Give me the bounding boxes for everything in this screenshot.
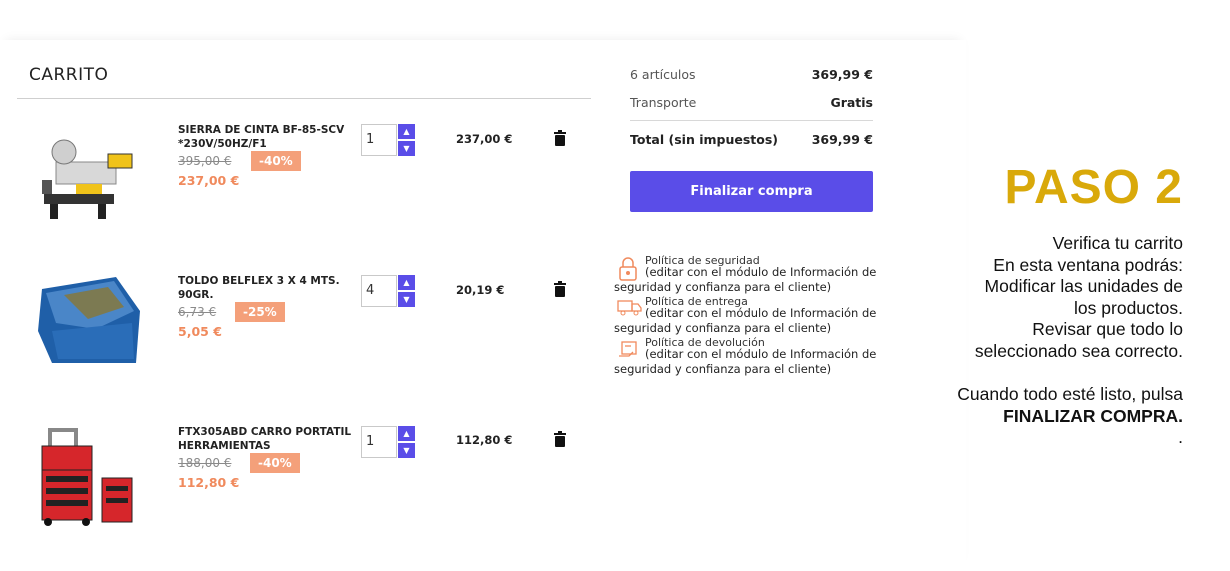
quantity-down-button[interactable]: ▼: [398, 292, 415, 307]
summary-items-value: 369,99 €: [811, 67, 873, 82]
summary-total-label: Total (sin impuestos): [630, 132, 778, 147]
step-bold-line: FINALIZAR COMPRA.: [1003, 405, 1183, 426]
quantity-down-button[interactable]: ▼: [398, 443, 415, 458]
policy-description: (editar con el módulo de Información de …: [614, 347, 877, 376]
discount-badge: -40%: [251, 151, 301, 171]
cart-title: CARRITO: [29, 65, 109, 85]
step-line: .: [1178, 427, 1183, 448]
quantity-stepper: 4 ▲ ▼: [361, 275, 415, 307]
step-line: Verifica tu carrito: [1052, 233, 1183, 253]
current-price: 5,05 €: [178, 324, 222, 339]
summary-divider: [630, 120, 873, 121]
quantity-up-button[interactable]: ▲: [398, 124, 415, 139]
current-price: 112,80 €: [178, 475, 240, 490]
trash-icon[interactable]: [553, 130, 567, 146]
step-line: [893, 363, 1183, 385]
product-name[interactable]: SIERRA DE CINTA BF-85-SCV *230V/50HZ/F1: [178, 123, 353, 151]
cart-item: SIERRA DE CINTA BF-85-SCV *230V/50HZ/F1 …: [0, 118, 600, 228]
discount-badge: -25%: [235, 302, 285, 322]
line-total: 20,19 €: [456, 283, 505, 297]
policy-delivery: Política de entrega (editar con el módul…: [614, 294, 904, 338]
summary-shipping-label: Transporte: [630, 95, 697, 110]
old-price: 395,00 €: [178, 154, 232, 168]
step-line: Revisar que todo lo: [1032, 319, 1183, 340]
step-line: Modificar las unidades de: [984, 276, 1183, 297]
trash-icon[interactable]: [553, 431, 567, 447]
summary-items-label: 6 artículos: [630, 67, 696, 82]
cart-item: TOLDO BELFLEX 3 X 4 MTS. 90GR. 6,73 € -2…: [0, 269, 600, 379]
step-title: PASO 2: [1004, 161, 1183, 214]
band-saw-image[interactable]: [36, 124, 146, 224]
quantity-stepper: 1 ▲ ▼: [361, 426, 415, 458]
old-price: 188,00 €: [178, 456, 232, 470]
tarp-image[interactable]: [36, 271, 146, 371]
summary-shipping-value: Gratis: [830, 95, 873, 110]
discount-badge: -40%: [250, 453, 300, 473]
step-line: seleccionado sea correcto.: [974, 340, 1183, 361]
step-line: En esta ventana podrás:: [993, 254, 1183, 275]
quantity-input[interactable]: 1: [361, 124, 397, 156]
line-total: 112,80 €: [456, 433, 513, 447]
step-line: los productos.: [1074, 297, 1183, 318]
checkout-button[interactable]: Finalizar compra: [630, 171, 873, 212]
quantity-up-button[interactable]: ▲: [398, 426, 415, 441]
product-name[interactable]: TOLDO BELFLEX 3 X 4 MTS. 90GR.: [178, 274, 353, 302]
policy-description: (editar con el módulo de Información de …: [614, 265, 877, 294]
old-price: 6,73 €: [178, 305, 217, 319]
quantity-stepper: 1 ▲ ▼: [361, 124, 415, 156]
policy-security: Política de seguridad (editar con el mód…: [614, 253, 904, 297]
summary-total-value: 369,99 €: [811, 132, 873, 147]
cart-item: FTX305ABD CARRO PORTATIL HERRAMIENTAS 18…: [0, 420, 600, 530]
step-instructions: Verifica tu carrito En esta ventana podr…: [893, 233, 1183, 449]
quantity-up-button[interactable]: ▲: [398, 275, 415, 290]
step-line: Cuando todo esté listo, pulsa: [957, 384, 1183, 405]
product-name[interactable]: FTX305ABD CARRO PORTATIL HERRAMIENTAS: [178, 425, 353, 453]
quantity-down-button[interactable]: ▼: [398, 141, 415, 156]
line-total: 237,00 €: [456, 132, 513, 146]
cart-divider: [17, 98, 591, 99]
tool-trolley-image[interactable]: [36, 426, 146, 526]
trash-icon[interactable]: [553, 281, 567, 297]
quantity-input[interactable]: 4: [361, 275, 397, 307]
policy-return: Política de devolución (editar con el mó…: [614, 335, 904, 379]
current-price: 237,00 €: [178, 173, 240, 188]
policy-description: (editar con el módulo de Información de …: [614, 306, 877, 335]
quantity-input[interactable]: 1: [361, 426, 397, 458]
